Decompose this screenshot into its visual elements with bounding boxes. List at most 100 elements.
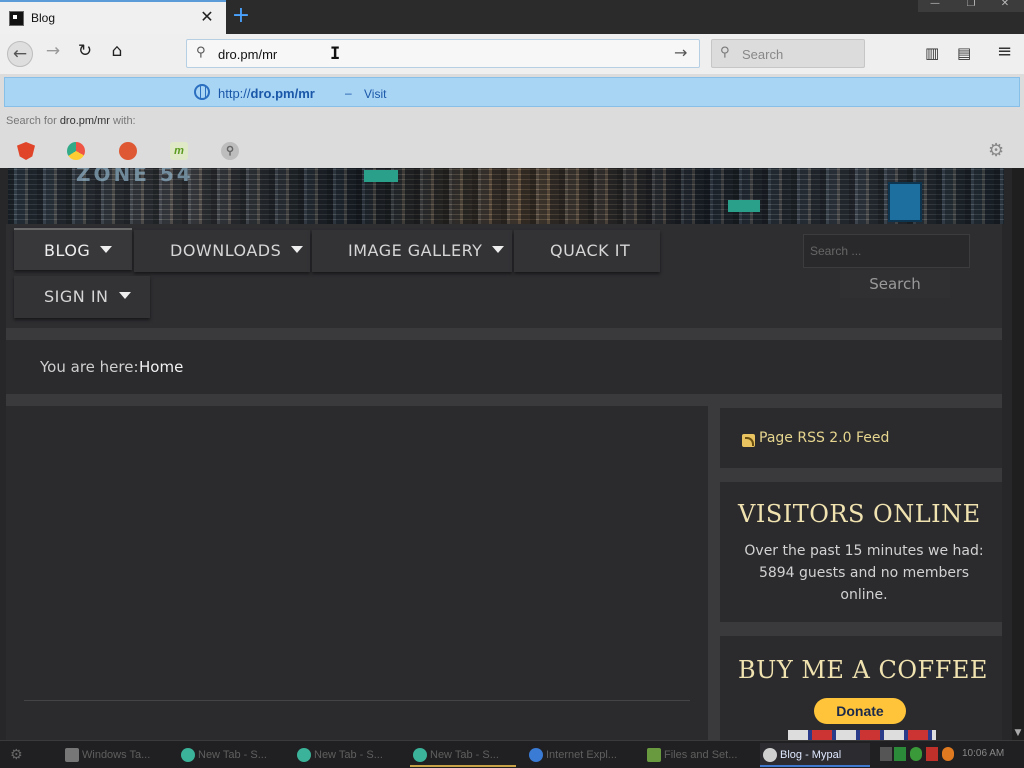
library-icon[interactable]: ▥ xyxy=(925,44,939,62)
banner-sign xyxy=(728,200,760,212)
globe-icon xyxy=(194,84,210,100)
suggestion-separator: – xyxy=(345,86,352,100)
search-icon: ⚲ xyxy=(196,45,206,60)
new-tab-button[interactable]: + xyxy=(230,4,252,28)
divider xyxy=(6,328,1002,340)
home-button[interactable]: ⌂ xyxy=(104,41,130,67)
search-engine-row: m ⚲ ⚙ xyxy=(0,136,1024,166)
window-icon xyxy=(65,748,79,762)
menu-item-blog[interactable]: BLOG xyxy=(14,228,132,270)
breadcrumb: You are here: Home xyxy=(6,340,1002,394)
menu-item-image-gallery[interactable]: IMAGE GALLERY xyxy=(312,230,512,272)
url-autocomplete-popup: http://dro.pm/mr – Visit Search for dro.… xyxy=(0,74,1024,168)
suggestion-url: http://dro.pm/mr xyxy=(218,86,315,101)
menu-item-quack-it[interactable]: QUACK IT xyxy=(514,230,660,272)
sidebar-icon[interactable]: ▤ xyxy=(957,44,971,62)
url-input[interactable]: dro.pm/mr xyxy=(218,47,277,62)
taskbar-item-windows-task[interactable]: Windows Ta... xyxy=(62,743,170,767)
search-for-label: Search for dro.pm/mr with: xyxy=(6,115,136,127)
site-search-input[interactable]: Search ... xyxy=(803,234,970,268)
close-window-icon[interactable]: ✕ xyxy=(996,0,1014,10)
tab-blog[interactable]: Blog ✕ xyxy=(0,0,226,34)
rss-icon xyxy=(742,434,755,447)
minimize-icon[interactable]: — xyxy=(926,0,944,10)
brave-search-icon[interactable] xyxy=(17,142,35,160)
visitors-online-module: VISITORS ONLINE Over the past 15 minutes… xyxy=(720,482,1002,622)
m-search-icon[interactable]: m xyxy=(170,142,188,160)
tab-strip: Blog ✕ + — ❐ ✕ xyxy=(0,0,1024,34)
menu-item-downloads[interactable]: DOWNLOADS xyxy=(134,230,310,272)
scroll-down-icon[interactable]: ▼ xyxy=(1012,728,1024,738)
clock[interactable]: 10:06 AM xyxy=(962,748,1004,759)
gear-icon[interactable]: ⚙ xyxy=(988,140,1004,161)
files-icon xyxy=(647,748,661,762)
check-icon[interactable] xyxy=(910,747,922,761)
suggestion-action: Visit xyxy=(364,87,387,101)
search-icon: ⚲ xyxy=(720,45,730,60)
text-cursor-icon: I xyxy=(330,44,341,64)
navigation-toolbar: ← → ↻ ⌂ ⚲ dro.pm/mr I → ⚲ Search ▥ ▤ ≡ xyxy=(0,34,1024,74)
banner-screen xyxy=(888,182,922,222)
page-scrollbar[interactable]: ▼ xyxy=(1012,168,1024,740)
url-suggestion[interactable]: http://dro.pm/mr – Visit xyxy=(4,77,1020,107)
breadcrumb-home: Home xyxy=(139,358,184,376)
taskbar-item-files-and-settings[interactable]: Files and Set... xyxy=(644,743,754,767)
visitors-online-title: VISITORS ONLINE xyxy=(738,500,981,528)
go-arrow-icon[interactable]: → xyxy=(674,43,687,62)
chromium-search-icon[interactable] xyxy=(67,142,85,160)
security-icon[interactable] xyxy=(926,747,938,761)
sidebar: Page RSS 2.0 Feed VISITORS ONLINE Over t… xyxy=(708,406,1002,740)
back-button[interactable]: ← xyxy=(7,41,33,67)
rss-feed-link[interactable]: Page RSS 2.0 Feed xyxy=(759,430,889,446)
divider xyxy=(6,394,1002,406)
caret-down-icon xyxy=(492,246,505,253)
content-divider xyxy=(24,700,690,701)
globe-icon xyxy=(413,748,427,762)
tab-title: Blog xyxy=(31,11,56,25)
site-logo[interactable]: ZONE 54 xyxy=(76,168,194,186)
globe-icon xyxy=(181,748,195,762)
web-page: ZONE 54 BLOG DOWNLOADS IMAGE GALLERY QUA… xyxy=(0,168,1012,740)
caret-down-icon xyxy=(100,246,113,253)
breadcrumb-label: You are here: xyxy=(40,358,139,376)
network-icon[interactable] xyxy=(880,747,892,761)
close-tab-icon[interactable]: ✕ xyxy=(199,8,215,26)
window-controls: — ❐ ✕ xyxy=(918,0,1024,12)
search-bar[interactable]: ⚲ Search xyxy=(711,39,865,68)
start-button[interactable]: ⚙ xyxy=(10,747,28,763)
system-tray: 10:06 AM xyxy=(880,745,1024,765)
duckduckgo-search-icon[interactable] xyxy=(119,142,137,160)
taskbar-item-new-tab-1[interactable]: New Tab - S... xyxy=(178,743,286,767)
main-content xyxy=(6,406,708,740)
menu-item-sign-in[interactable]: SIGN IN xyxy=(14,276,150,318)
globe-icon xyxy=(297,748,311,762)
caret-down-icon xyxy=(118,292,131,299)
url-bar[interactable]: ⚲ dro.pm/mr I → xyxy=(186,39,700,68)
rss-module: Page RSS 2.0 Feed xyxy=(720,408,1002,468)
caret-down-icon xyxy=(291,246,304,253)
reload-button[interactable]: ↻ xyxy=(72,41,98,67)
taskbar-item-new-tab-2[interactable]: New Tab - S... xyxy=(294,743,402,767)
visitors-online-text: Over the past 15 minutes we had: 5894 gu… xyxy=(744,543,984,603)
search-input[interactable]: Search xyxy=(742,47,783,62)
site-banner: ZONE 54 xyxy=(8,168,1004,224)
site-search-button[interactable]: Search xyxy=(840,270,950,298)
site-favicon-icon xyxy=(9,11,24,26)
battery-icon[interactable] xyxy=(894,747,906,761)
search-icon[interactable] xyxy=(942,747,954,761)
taskbar-item-blog-mypal[interactable]: Blog - Mypal xyxy=(760,743,870,767)
menu-icon[interactable]: ≡ xyxy=(997,41,1012,62)
search-engine-icon[interactable]: ⚲ xyxy=(221,142,239,160)
taskbar: ⚙ Windows Ta... New Tab - S... New Tab -… xyxy=(0,740,1024,768)
main-menu: BLOG DOWNLOADS IMAGE GALLERY QUACK IT SI… xyxy=(6,224,1002,328)
banner-sign xyxy=(364,170,398,182)
mypal-icon xyxy=(763,748,777,762)
donate-button[interactable]: Donate xyxy=(814,698,906,724)
taskbar-item-internet-explorer[interactable]: Internet Expl... xyxy=(526,743,638,767)
buy-me-a-coffee-title: BUY ME A COFFEE xyxy=(738,656,988,684)
payment-cards-image xyxy=(788,730,936,740)
maximize-icon[interactable]: ❐ xyxy=(962,0,980,10)
forward-button[interactable]: → xyxy=(40,41,66,67)
buy-me-a-coffee-module: BUY ME A COFFEE Donate xyxy=(720,636,1002,740)
taskbar-item-new-tab-3[interactable]: New Tab - S... xyxy=(410,743,516,767)
